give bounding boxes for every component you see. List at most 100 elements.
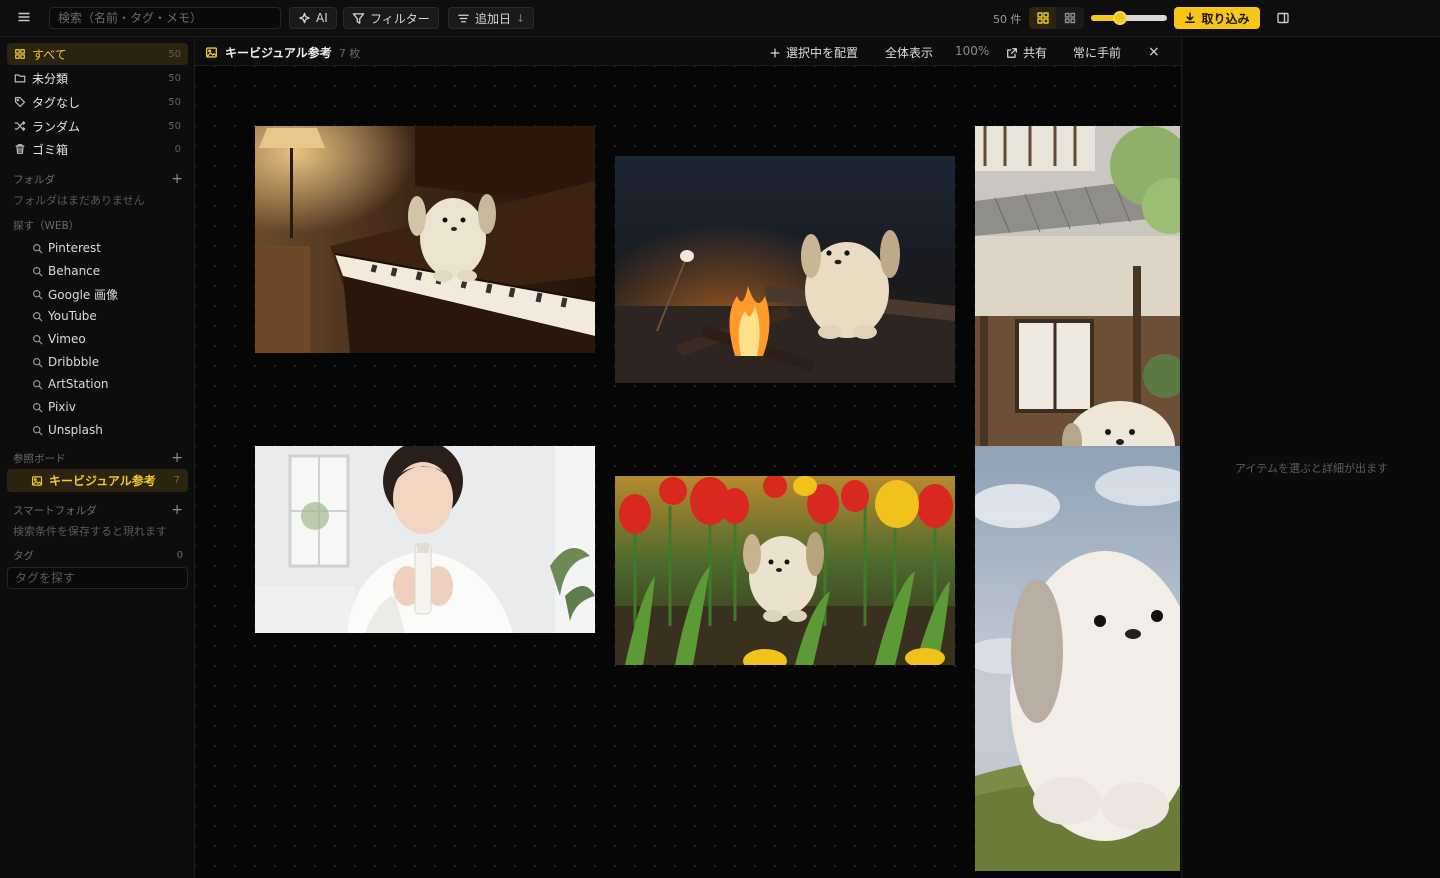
sort-button[interactable]: 追加日 ↓	[448, 7, 535, 29]
board-card-plush-on-grass-closeup[interactable]	[975, 446, 1180, 871]
plush-at-campfire-image	[615, 156, 955, 383]
filter-button[interactable]: フィルター	[343, 7, 439, 29]
web-source-vimeo[interactable]: Vimeo	[32, 332, 86, 346]
tags-count: 0	[176, 550, 183, 561]
add-smart-folder-icon[interactable]: +	[171, 502, 183, 518]
import-button[interactable]: 取り込み	[1174, 7, 1260, 29]
sidebar-item-all[interactable]: すべて 50	[7, 43, 188, 65]
sidebar-item-random[interactable]: ランダム 50	[7, 115, 188, 137]
search-input[interactable]	[49, 7, 281, 29]
folders-empty-hint: フォルダはまだありません	[13, 194, 145, 207]
board-card-plush-in-tulips[interactable]	[615, 476, 955, 665]
folders-title: フォルダ	[13, 173, 55, 186]
web-source-label: YouTube	[48, 309, 97, 323]
web-source-youtube[interactable]: YouTube	[32, 309, 97, 323]
sidebar-item-label: ゴミ箱	[32, 142, 69, 157]
web-source-label: Unsplash	[48, 423, 103, 437]
tags-title: タグ	[13, 550, 34, 562]
board-canvas[interactable]	[195, 66, 1181, 878]
plush-on-grass-closeup-image	[975, 446, 1180, 871]
tag-search-input[interactable]	[7, 567, 188, 589]
toggle-panel-icon[interactable]	[1276, 11, 1290, 25]
sidebar-item-uncategorized[interactable]: 未分類 50	[7, 67, 188, 89]
board-title: キービジュアル参考	[225, 46, 332, 60]
slider-thumb[interactable]	[1113, 11, 1127, 25]
board-card-woman-holding-bottle[interactable]	[255, 446, 595, 633]
web-source-label: Google 画像	[48, 288, 119, 302]
folders-section-header: フォルダ +	[13, 171, 183, 187]
tag-icon	[14, 96, 26, 108]
grid-icon	[15, 49, 25, 59]
menu-icon[interactable]	[17, 10, 31, 24]
sidebar-item-label: 未分類	[32, 71, 69, 86]
tags-section-header: タグ 0	[13, 548, 183, 563]
always-on-top-label: 常に手前	[1073, 46, 1122, 60]
place-selected-label: 選択中を配置	[786, 46, 859, 60]
share-button[interactable]: 共有	[1006, 44, 1047, 61]
filter-label: フィルター	[370, 11, 430, 26]
ai-label: AI	[316, 11, 328, 25]
web-source-label: ArtStation	[48, 377, 109, 391]
place-selected-button[interactable]: 選択中を配置	[769, 44, 858, 61]
web-source-artstation[interactable]: ArtStation	[32, 377, 109, 391]
web-source-unsplash[interactable]: Unsplash	[32, 423, 103, 437]
web-source-label: Behance	[48, 264, 101, 278]
ai-button[interactable]: AI	[289, 7, 337, 29]
zoom-level: 100%	[955, 44, 990, 58]
plush-on-piano-image	[255, 126, 595, 353]
smart-folder-section-header: スマートフォルダ +	[13, 502, 183, 518]
board-item-count: 7	[173, 475, 180, 486]
woman-holding-bottle-image	[255, 446, 595, 633]
sidebar-item-count: 0	[174, 143, 181, 155]
board-title-group: キービジュアル参考 7 枚	[205, 44, 360, 61]
web-source-label: Pinterest	[48, 241, 102, 255]
explore-title: 探す（WEB）	[13, 220, 80, 232]
shuffle-icon	[14, 121, 26, 131]
boards-title: 参照ボード	[13, 452, 66, 465]
web-source-label: Vimeo	[48, 332, 86, 346]
always-on-top-button[interactable]: 常に手前	[1073, 44, 1121, 61]
board-card-plush-on-piano[interactable]	[255, 126, 595, 353]
zoom-level-button[interactable]: 100%	[955, 44, 989, 58]
add-board-icon[interactable]: +	[171, 450, 183, 466]
boards-section-header: 参照ボード +	[13, 450, 183, 466]
sidebar-item-count: 50	[168, 120, 181, 132]
web-source-google-images[interactable]: Google 画像	[32, 286, 118, 303]
trash-icon	[15, 144, 25, 154]
plus-icon	[770, 48, 780, 57]
web-source-behance[interactable]: Behance	[32, 264, 100, 278]
fit-all-button[interactable]: 全体表示	[885, 44, 933, 61]
sidebar-item-label: ランダム	[32, 119, 81, 134]
grid-view-small-icon[interactable]	[1056, 7, 1083, 29]
sidebar-item-label: タグなし	[32, 95, 81, 110]
board-card-plush-at-campfire[interactable]	[615, 156, 955, 383]
sidebar-item-trash[interactable]: ゴミ箱 0	[7, 138, 188, 160]
thumbnail-size-slider[interactable]	[1091, 11, 1167, 25]
board-card-plush-at-japanese-house[interactable]	[975, 126, 1180, 446]
sort-direction-icon: ↓	[516, 11, 526, 25]
search-icon	[33, 357, 43, 367]
search-icon	[33, 311, 43, 321]
detail-empty-hint: アイテムを選ぶと詳細が出ます	[1235, 462, 1388, 475]
smart-folder-title: スマートフォルダ	[13, 504, 97, 517]
grid-view-large-icon[interactable]	[1029, 7, 1056, 29]
add-folder-icon[interactable]: +	[171, 171, 183, 187]
plush-at-japanese-house-image	[975, 126, 1180, 446]
download-icon	[1185, 12, 1196, 24]
web-source-pinterest[interactable]: Pinterest	[32, 241, 101, 255]
web-source-pixiv[interactable]: Pixiv	[32, 400, 76, 414]
item-count: 50 件	[993, 13, 1022, 26]
web-source-dribbble[interactable]: Dribbble	[32, 355, 99, 369]
external-link-icon	[1007, 47, 1017, 58]
smart-folder-hint: 検索条件を保存すると現れます	[13, 525, 167, 538]
search-icon	[33, 266, 43, 276]
sort-lines-icon	[458, 14, 469, 22]
close-board-button[interactable]: ×	[1148, 44, 1160, 60]
sidebar-item-board-key-visual[interactable]: キービジュアル参考 7	[7, 469, 188, 492]
search-icon	[33, 425, 43, 435]
top-bar: AI フィルター 追加日 ↓ 50 件 取り込み	[0, 0, 1440, 37]
view-toggle	[1029, 7, 1084, 29]
web-source-label: Dribbble	[48, 355, 100, 369]
fit-all-label: 全体表示	[885, 46, 934, 60]
sidebar-item-untagged[interactable]: タグなし 50	[7, 91, 188, 113]
